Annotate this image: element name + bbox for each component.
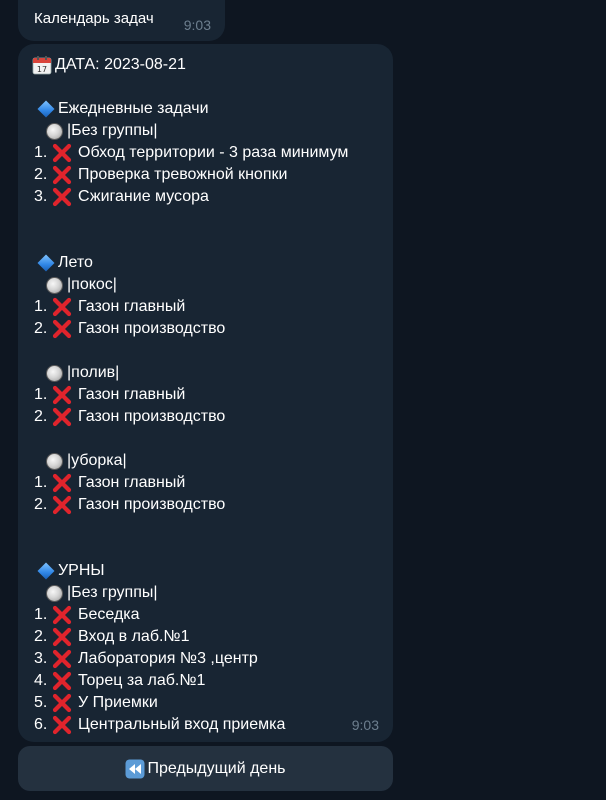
cross-mark-icon (51, 406, 73, 428)
cross-mark-icon (51, 472, 73, 494)
header-message-text: Календарь задач (34, 10, 154, 27)
task-item: 3. Сжигание мусора (34, 186, 393, 208)
category-title: Лето (37, 252, 393, 274)
category-title-text: Лето (58, 254, 93, 271)
group-title: |покос| (42, 274, 393, 296)
task-text: Лаборатория №3 ,центр (78, 650, 258, 667)
cross-mark-icon (51, 164, 73, 186)
task-item: 1. Газон главный (34, 472, 393, 494)
cross-mark-icon (51, 648, 73, 670)
task-text: Газон производство (78, 408, 226, 425)
task-number: 5. (34, 694, 48, 711)
task-text: Вход в лаб.№1 (78, 628, 190, 645)
cross-mark-icon (51, 626, 73, 648)
cross-mark-icon (51, 670, 73, 692)
task-text: Сжигание мусора (78, 188, 209, 205)
header-message-time: 9:03 (183, 17, 211, 33)
blue-diamond-icon (37, 100, 55, 118)
task-item: 5. У Приемки (34, 692, 393, 714)
categories-list: Ежедневные задачи |Без группы| 1. Обход тер… (32, 98, 393, 736)
task-item: 1. Газон главный (34, 384, 393, 406)
task-text: Торец за лаб.№1 (78, 672, 206, 689)
svg-text:17: 17 (37, 65, 47, 74)
task-text: Газон главный (78, 386, 186, 403)
cross-mark-icon (51, 494, 73, 516)
cross-mark-icon (51, 186, 73, 208)
task-text: Проверка тревожной кнопки (78, 166, 288, 183)
task-item: 2. Проверка тревожной кнопки (34, 164, 393, 186)
previous-day-button[interactable]: Предыдущий день (18, 746, 393, 791)
header-message-bubble: Календарь задач 9:03 (18, 0, 225, 41)
task-number: 3. (34, 188, 48, 205)
task-item: 2. Газон производство (34, 494, 393, 516)
cross-mark-icon (51, 692, 73, 714)
task-item: 1. Обход территории - 3 раза минимум (34, 142, 393, 164)
white-circle-icon (46, 452, 63, 470)
task-item: 2. Газон производство (34, 318, 393, 340)
group-title: |Без группы| (42, 120, 393, 142)
task-item: 3. Лаборатория №3 ,центр (34, 648, 393, 670)
group-title-text: |полив| (67, 364, 120, 381)
date-line: 17 ДАТА: 2023-08-21 (32, 54, 393, 76)
category-title: УРНЫ (37, 560, 393, 582)
task-number: 1. (34, 474, 48, 491)
blue-diamond-icon (37, 562, 55, 580)
group-title-text: |уборка| (67, 452, 127, 469)
task-number: 1. (34, 298, 48, 315)
group-title: |полив| (42, 362, 393, 384)
white-circle-icon (46, 584, 63, 602)
group-title-text: |Без группы| (67, 122, 158, 139)
task-text: Обход территории - 3 раза минимум (78, 144, 349, 161)
task-item: 6. Центральный вход приемка (34, 714, 393, 736)
task-text: Центральный вход приемка (78, 716, 286, 733)
task-number: 2. (34, 166, 48, 183)
task-number: 6. (34, 716, 48, 733)
task-number: 1. (34, 606, 48, 623)
task-item: 1. Газон главный (34, 296, 393, 318)
white-circle-icon (46, 122, 63, 140)
chat-view: Календарь задач 9:03 17 ДАТА: 2023-08-21… (0, 0, 606, 800)
cross-mark-icon (51, 714, 73, 736)
task-text: Беседка (78, 606, 140, 623)
blue-diamond-icon (37, 254, 55, 272)
task-item: 2. Газон производство (34, 406, 393, 428)
category-title-text: Ежедневные задачи (58, 100, 209, 117)
task-number: 2. (34, 496, 48, 513)
group-title: |Без группы| (42, 582, 393, 604)
task-text: Газон производство (78, 496, 226, 513)
task-number: 1. (34, 144, 48, 161)
cross-mark-icon (51, 142, 73, 164)
task-number: 2. (34, 628, 48, 645)
rewind-icon (125, 759, 145, 779)
task-text: У Приемки (78, 694, 158, 711)
task-number: 3. (34, 650, 48, 667)
date-label: ДАТА: 2023-08-21 (55, 56, 186, 73)
task-number: 1. (34, 386, 48, 403)
task-message-bubble: 17 ДАТА: 2023-08-21 Ежедневные задачи |Бе… (18, 44, 393, 742)
task-item: 2. Вход в лаб.№1 (34, 626, 393, 648)
cross-mark-icon (51, 296, 73, 318)
task-message-time: 9:03 (351, 717, 379, 733)
white-circle-icon (46, 364, 63, 382)
group-title: |уборка| (42, 450, 393, 472)
task-item: 4. Торец за лаб.№1 (34, 670, 393, 692)
task-text: Газон главный (78, 298, 186, 315)
task-number: 4. (34, 672, 48, 689)
group-title-text: |Без группы| (67, 584, 158, 601)
previous-day-label: Предыдущий день (147, 759, 286, 777)
white-circle-icon (46, 276, 63, 294)
category-title: Ежедневные задачи (37, 98, 393, 120)
cross-mark-icon (51, 604, 73, 626)
task-item: 1. Беседка (34, 604, 393, 626)
task-text: Газон производство (78, 320, 226, 337)
task-number: 2. (34, 408, 48, 425)
calendar-icon: 17 (32, 55, 52, 75)
cross-mark-icon (51, 318, 73, 340)
group-title-text: |покос| (67, 276, 117, 293)
category-title-text: УРНЫ (58, 562, 105, 579)
cross-mark-icon (51, 384, 73, 406)
task-number: 2. (34, 320, 48, 337)
task-text: Газон главный (78, 474, 186, 491)
